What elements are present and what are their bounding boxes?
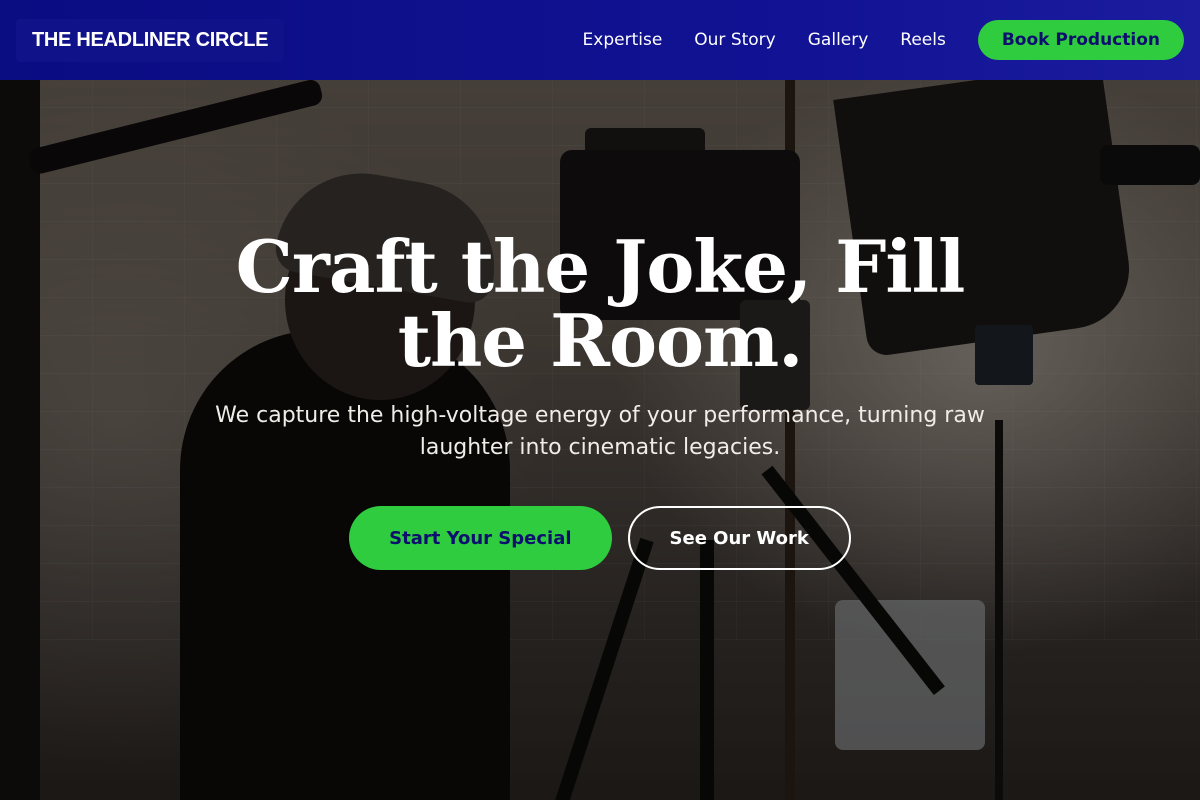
top-nav: THE HEADLINER CIRCLE Expertise Our Story… — [0, 0, 1200, 80]
see-our-work-button[interactable]: See Our Work — [627, 506, 851, 570]
book-production-button[interactable]: Book Production — [977, 20, 1184, 60]
nav-link-our-story[interactable]: Our Story — [694, 30, 775, 50]
nav-link-gallery[interactable]: Gallery — [808, 30, 869, 50]
nav-link-reels[interactable]: Reels — [900, 30, 946, 50]
nav-link-expertise[interactable]: Expertise — [583, 30, 663, 50]
hero-buttons: Start Your Special See Our Work — [0, 506, 1200, 570]
brand-logo[interactable]: THE HEADLINER CIRCLE — [16, 18, 285, 62]
start-your-special-button[interactable]: Start Your Special — [349, 506, 612, 570]
hero-content: Craft the Joke, Fill the Room. We captur… — [0, 230, 1200, 570]
hero-headline: Craft the Joke, Fill the Room. — [235, 224, 966, 383]
nav-links: Expertise Our Story Gallery Reels Book P… — [583, 20, 1184, 60]
hero-subline: We capture the high-voltage energy of yo… — [215, 403, 985, 460]
